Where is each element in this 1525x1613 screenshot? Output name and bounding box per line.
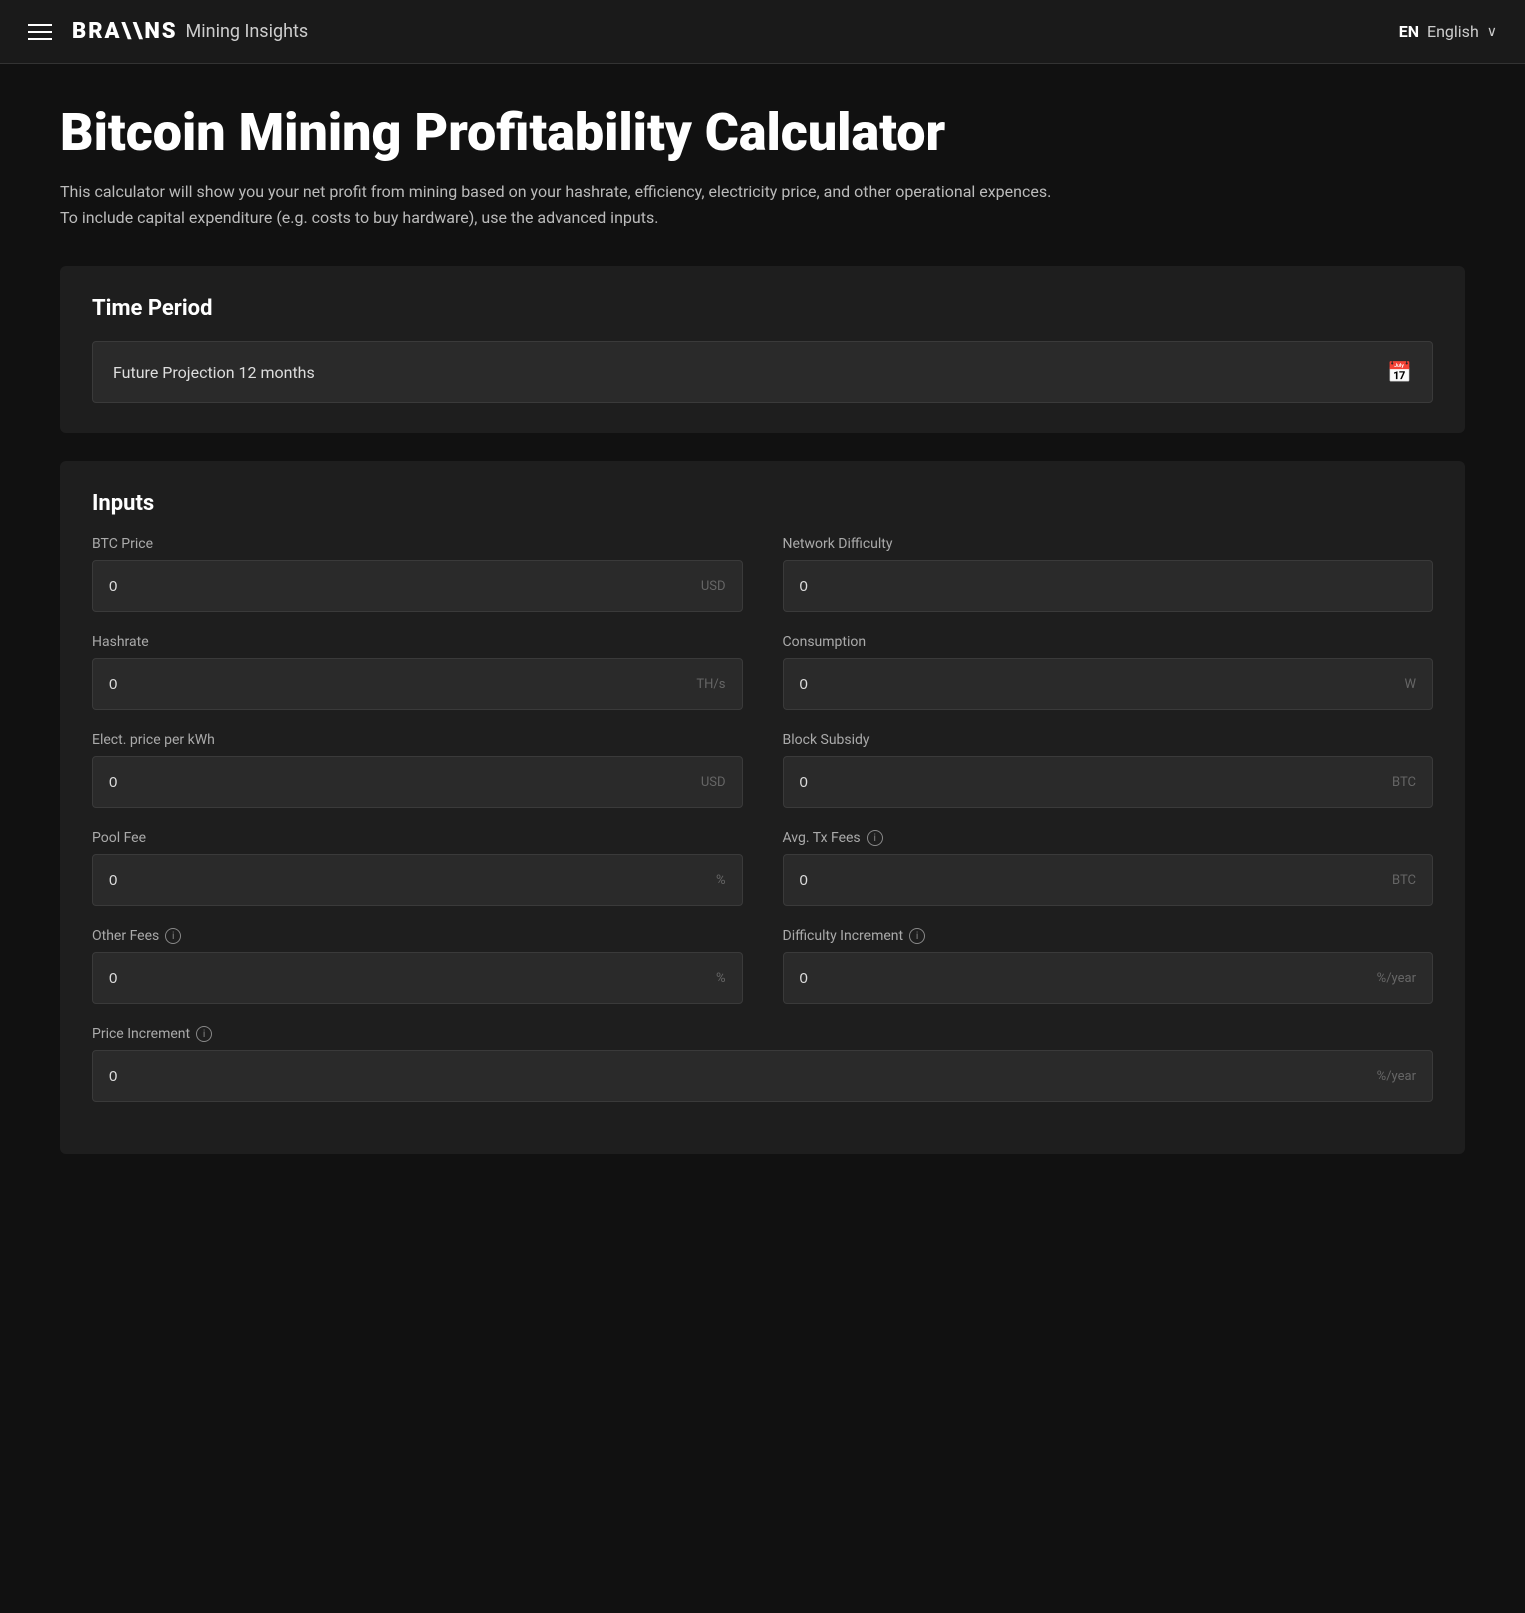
label-pool-fee: Pool Fee <box>92 830 743 846</box>
brand-title: Mining Insights <box>186 21 309 42</box>
unit-avg-tx-fees: BTC <box>1392 873 1416 888</box>
page-description: This calculator will show you your net p… <box>60 179 1060 230</box>
input-network-difficulty[interactable] <box>800 578 1417 595</box>
label-btc-price: BTC Price <box>92 536 743 552</box>
brand: BRA\\NS Mining Insights <box>72 19 308 44</box>
info-icon-other-fees[interactable]: i <box>165 928 181 944</box>
label-price-increment: Price Incrementi <box>92 1026 1433 1042</box>
label-hashrate: Hashrate <box>92 634 743 650</box>
input-group-consumption: Consumption W <box>783 634 1434 710</box>
input-group-difficulty-increment: Difficulty Incrementi %/year <box>783 928 1434 1004</box>
language-code: EN <box>1399 22 1419 41</box>
input-wrapper-elect-price: USD <box>92 756 743 808</box>
time-period-section-title: Time Period <box>92 296 1433 321</box>
input-group-price-increment: Price Incrementi %/year <box>92 1026 1433 1102</box>
unit-hashrate: TH/s <box>696 677 725 692</box>
input-wrapper-price-increment: %/year <box>92 1050 1433 1102</box>
input-wrapper-consumption: W <box>783 658 1434 710</box>
input-wrapper-pool-fee: % <box>92 854 743 906</box>
brand-logo: BRA\\NS <box>72 19 178 44</box>
calendar-icon: 📅 <box>1387 360 1412 384</box>
label-elect-price: Elect. price per kWh <box>92 732 743 748</box>
language-label: English <box>1427 22 1479 41</box>
input-difficulty-increment[interactable] <box>800 970 1377 987</box>
input-hashrate[interactable] <box>109 676 696 693</box>
time-period-dropdown[interactable]: Future Projection 12 months 📅 <box>92 341 1433 403</box>
input-consumption[interactable] <box>800 676 1405 693</box>
inputs-grid: BTC Price USD Network Difficulty Hashrate TH… <box>92 536 1433 1124</box>
unit-consumption: W <box>1404 677 1416 692</box>
input-group-btc-price: BTC Price USD <box>92 536 743 612</box>
input-btc-price[interactable] <box>109 578 701 595</box>
input-wrapper-block-subsidy: BTC <box>783 756 1434 808</box>
hamburger-menu-button[interactable] <box>28 24 52 40</box>
inputs-section-title: Inputs <box>92 491 1433 516</box>
input-group-pool-fee: Pool Fee% <box>92 830 743 906</box>
input-block-subsidy[interactable] <box>800 774 1393 791</box>
unit-block-subsidy: BTC <box>1392 775 1416 790</box>
label-difficulty-increment: Difficulty Incrementi <box>783 928 1434 944</box>
unit-btc-price: USD <box>701 579 726 594</box>
input-wrapper-difficulty-increment: %/year <box>783 952 1434 1004</box>
main-content: Bitcoin Mining Profitability Calculator … <box>0 64 1525 1222</box>
label-other-fees: Other Feesi <box>92 928 743 944</box>
language-selector[interactable]: EN English ∨ <box>1399 22 1497 41</box>
unit-other-fees: % <box>716 971 726 986</box>
input-group-hashrate: Hashrate TH/s <box>92 634 743 710</box>
time-period-value: Future Projection 12 months <box>113 363 315 382</box>
input-wrapper-avg-tx-fees: BTC <box>783 854 1434 906</box>
label-network-difficulty: Network Difficulty <box>783 536 1434 552</box>
unit-pool-fee: % <box>716 873 726 888</box>
nav-left: BRA\\NS Mining Insights <box>28 19 308 44</box>
label-block-subsidy: Block Subsidy <box>783 732 1434 748</box>
info-icon-avg-tx-fees[interactable]: i <box>867 830 883 846</box>
label-avg-tx-fees: Avg. Tx Feesi <box>783 830 1434 846</box>
input-wrapper-network-difficulty <box>783 560 1434 612</box>
input-group-other-fees: Other Feesi% <box>92 928 743 1004</box>
input-price-increment[interactable] <box>109 1068 1377 1085</box>
page-title: Bitcoin Mining Profitability Calculator <box>60 104 1465 161</box>
unit-elect-price: USD <box>701 775 726 790</box>
input-group-avg-tx-fees: Avg. Tx Feesi BTC <box>783 830 1434 906</box>
input-elect-price[interactable] <box>109 774 701 791</box>
info-icon-difficulty-increment[interactable]: i <box>909 928 925 944</box>
input-avg-tx-fees[interactable] <box>800 872 1393 889</box>
navbar: BRA\\NS Mining Insights EN English ∨ <box>0 0 1525 64</box>
input-wrapper-other-fees: % <box>92 952 743 1004</box>
label-consumption: Consumption <box>783 634 1434 650</box>
unit-difficulty-increment: %/year <box>1377 971 1416 986</box>
input-wrapper-hashrate: TH/s <box>92 658 743 710</box>
input-wrapper-btc-price: USD <box>92 560 743 612</box>
input-group-network-difficulty: Network Difficulty <box>783 536 1434 612</box>
input-group-block-subsidy: Block Subsidy BTC <box>783 732 1434 808</box>
input-group-elect-price: Elect. price per kWh USD <box>92 732 743 808</box>
unit-price-increment: %/year <box>1377 1069 1416 1084</box>
chevron-down-icon: ∨ <box>1487 24 1497 40</box>
time-period-section: Time Period Future Projection 12 months … <box>60 266 1465 433</box>
input-other-fees[interactable] <box>109 970 716 987</box>
info-icon-price-increment[interactable]: i <box>196 1026 212 1042</box>
input-pool-fee[interactable] <box>109 872 716 889</box>
inputs-section: Inputs BTC Price USD Network Difficulty Has… <box>60 461 1465 1154</box>
